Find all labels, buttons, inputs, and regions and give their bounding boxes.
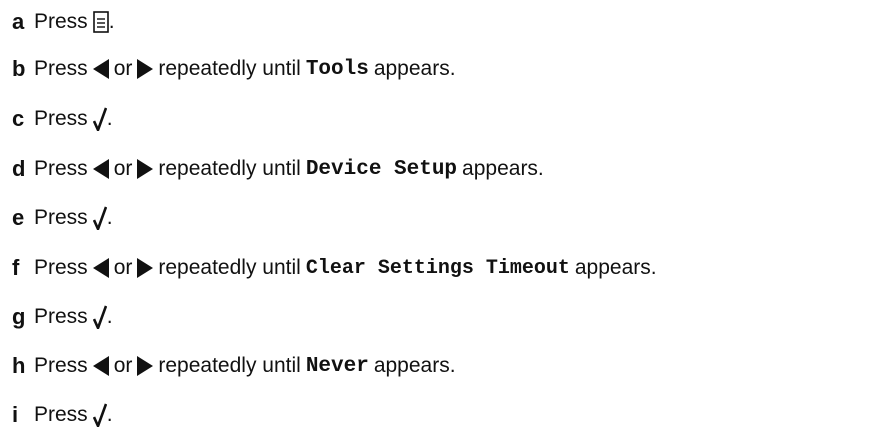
menu-item-name: Never (305, 354, 369, 378)
step-text-or: or (113, 57, 133, 80)
step-text-or: or (113, 157, 133, 180)
step-d: d Press or repeatedly until Device Setup… (12, 154, 544, 184)
step-text-press: Press (34, 10, 88, 33)
step-a: a Press . (12, 7, 115, 37)
checkmark-icon (92, 403, 107, 427)
right-arrow-icon (137, 258, 154, 278)
step-period: . (106, 206, 113, 229)
step-text-press: Press (34, 107, 88, 130)
step-h: h Press or repeatedly until Never appear… (12, 351, 456, 381)
step-text-press: Press (34, 206, 88, 229)
step-c: c Press . (12, 104, 113, 134)
step-text-or: or (113, 256, 133, 279)
step-letter: f (12, 255, 20, 280)
step-letter: i (12, 402, 19, 427)
right-arrow-icon (137, 159, 154, 179)
step-text-press: Press (34, 157, 88, 180)
step-text-until: repeatedly until (158, 57, 301, 80)
step-letter: g (12, 304, 26, 329)
left-arrow-icon (92, 356, 109, 376)
step-b: b Press or repeatedly until Tools appear… (12, 54, 456, 84)
menu-item-name: Clear Settings Timeout (305, 256, 570, 280)
step-e: e Press . (12, 203, 113, 233)
checkmark-icon (92, 305, 107, 329)
step-letter: b (12, 56, 26, 81)
step-text-press: Press (34, 354, 88, 377)
left-arrow-icon (92, 159, 109, 179)
step-text-until: repeatedly until (158, 256, 301, 279)
step-text-or: or (113, 354, 133, 377)
left-arrow-icon (92, 59, 109, 79)
step-letter: a (12, 9, 25, 34)
left-arrow-icon (92, 258, 109, 278)
step-text-appears: appears. (373, 57, 456, 80)
menu-item-name: Tools (305, 57, 369, 81)
step-f: f Press or repeatedly until Clear Settin… (12, 253, 657, 283)
step-g: g Press . (12, 302, 113, 332)
step-letter: c (12, 106, 25, 131)
step-period: . (108, 10, 115, 33)
step-text-until: repeatedly until (158, 157, 301, 180)
step-text-appears: appears. (462, 157, 544, 180)
step-text-appears: appears. (574, 256, 657, 279)
step-text-press: Press (34, 403, 88, 426)
right-arrow-icon (137, 59, 154, 79)
step-text-appears: appears. (373, 354, 456, 377)
step-letter: h (12, 353, 26, 378)
step-text-press: Press (34, 256, 88, 279)
step-period: . (106, 107, 113, 130)
step-period: . (106, 305, 113, 328)
step-letter: d (12, 156, 26, 181)
step-period: . (106, 403, 113, 426)
step-i: i Press . (12, 400, 113, 430)
checkmark-icon (92, 206, 107, 230)
right-arrow-icon (137, 356, 154, 376)
menu-item-name: Device Setup (305, 157, 458, 181)
menu-icon (92, 11, 109, 33)
step-text-press: Press (34, 57, 88, 80)
step-letter: e (12, 205, 25, 230)
step-text-until: repeatedly until (158, 354, 301, 377)
checkmark-icon (92, 107, 107, 131)
step-text-press: Press (34, 305, 88, 328)
